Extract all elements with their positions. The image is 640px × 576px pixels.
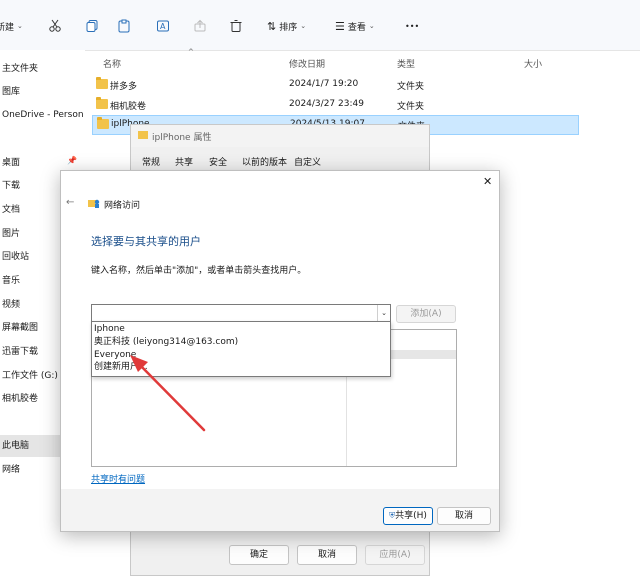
sidebar-item-xunlei[interactable]: 迅雷下载	[2, 344, 38, 360]
sidebar-item-drive-g[interactable]: 工作文件 (G:)	[2, 368, 58, 384]
paste-icon[interactable]	[117, 18, 131, 34]
sidebar-item-screenshots[interactable]: 屏幕截图	[2, 320, 38, 336]
add-button[interactable]: 添加(A)	[396, 305, 456, 323]
sidebar-item-gallery[interactable]: 图库	[2, 84, 20, 100]
view-label: 查看	[347, 22, 366, 33]
dialog-instruction: 键入名称，然后单击"添加"，或者单击箭头查找用户。	[91, 266, 307, 276]
new-label: 新建	[0, 22, 15, 33]
copy-icon[interactable]	[85, 18, 99, 34]
sidebar-item-desktop[interactable]: 桌面	[2, 155, 20, 171]
rename-icon[interactable]: A	[156, 18, 170, 34]
sidebar-item-network[interactable]: 网络	[2, 462, 20, 478]
chevron-down-icon: ⌄	[17, 22, 23, 30]
chevron-down-icon: ⌄	[368, 22, 375, 30]
close-icon[interactable]: ✕	[483, 175, 492, 188]
dropdown-option[interactable]: Iphone	[93, 323, 390, 335]
network-share-icon	[88, 199, 100, 208]
sidebar-item-this-pc[interactable]: 此电脑	[2, 438, 29, 454]
dialog-title: 网络访问	[104, 201, 141, 211]
tab-general[interactable]: 常规	[142, 155, 160, 168]
cut-icon[interactable]	[48, 18, 62, 34]
folder-icon	[96, 97, 108, 109]
file-type: 文件夹	[397, 82, 425, 92]
sidebar-item-documents[interactable]: 文档	[2, 202, 20, 218]
file-date: 2024/1/7 19:20	[289, 79, 359, 89]
sidebar-item-home[interactable]: 主文件夹	[2, 61, 38, 77]
chevron-down-icon: ⌄	[381, 309, 387, 317]
share-button[interactable]: ⛨共享(H)	[383, 507, 433, 525]
column-header-name[interactable]: 名称	[103, 57, 121, 70]
sidebar-item-pictures[interactable]: 图片	[2, 226, 20, 242]
file-name: 拼多多	[110, 82, 138, 92]
share-button-label: 共享(H)	[395, 511, 427, 521]
cancel-button[interactable]: 取消	[297, 545, 357, 565]
view-icon: ☰	[335, 19, 345, 33]
sort-label: 排序	[279, 22, 298, 33]
column-header-date[interactable]: 修改日期	[289, 57, 325, 70]
dropdown-arrow-button[interactable]: ⌄	[377, 305, 390, 321]
sidebar-item-downloads[interactable]: 下载	[2, 178, 20, 194]
apply-button[interactable]: 应用(A)	[365, 545, 425, 565]
column-header-type[interactable]: 类型	[397, 57, 415, 70]
dropdown-option[interactable]: 创建新用户...	[93, 361, 390, 373]
folder-icon	[97, 117, 109, 129]
user-dropdown-list: Iphone 奥正科技 (leiyong314@163.com) Everyon…	[91, 321, 391, 377]
file-date: 2024/3/27 23:49	[289, 99, 364, 109]
network-access-dialog: ✕ ← 网络访问 选择要与其共享的用户 键入名称，然后单击"添加"，或者单击箭头…	[60, 170, 500, 532]
command-bar: 新建 ⌄ A ⇅ 排序 ⌄ ☰ 查看 ⌄ •••	[0, 0, 640, 51]
sidebar-item-onedrive[interactable]: OneDrive - Person	[2, 107, 84, 123]
share-icon[interactable]	[193, 18, 207, 34]
column-header-size[interactable]: 大小	[524, 57, 542, 70]
pin-icon: 📌	[67, 156, 77, 165]
tab-security[interactable]: 安全	[209, 155, 227, 168]
view-button[interactable]: ☰ 查看 ⌄	[335, 18, 375, 34]
ok-button[interactable]: 确定	[229, 545, 289, 565]
folder-icon	[138, 131, 148, 139]
chevron-down-icon: ⌄	[300, 22, 307, 30]
tab-sharing[interactable]: 共享	[175, 155, 193, 168]
user-name-combobox[interactable]: ⌄	[91, 304, 391, 322]
sidebar-item-videos[interactable]: 视频	[2, 297, 20, 313]
sidebar-item-music[interactable]: 音乐	[2, 273, 20, 289]
properties-titlebar: iplPhone 属性	[131, 125, 429, 147]
more-options-button[interactable]: •••	[405, 18, 419, 34]
properties-title: iplPhone 属性	[152, 133, 212, 143]
sharing-help-link[interactable]: 共享时有问题	[91, 472, 145, 485]
new-button[interactable]: 新建 ⌄	[0, 18, 23, 34]
dialog-heading: 选择要与其共享的用户	[91, 235, 201, 248]
dialog-cancel-button[interactable]: 取消	[437, 507, 491, 525]
svg-text:A: A	[160, 22, 166, 31]
sort-indicator-icon: ^	[188, 48, 194, 56]
sidebar-item-recycle-bin[interactable]: 回收站	[2, 249, 29, 265]
dropdown-option[interactable]: 奥正科技 (leiyong314@163.com)	[93, 336, 390, 348]
tab-previous-versions[interactable]: 以前的版本	[242, 155, 287, 168]
tab-customize[interactable]: 自定义	[294, 155, 321, 168]
file-name: 相机胶卷	[110, 102, 147, 112]
file-row[interactable]: 相机胶卷 2024/3/27 23:49 文件夹	[92, 96, 577, 114]
file-type: 文件夹	[397, 102, 425, 112]
file-row[interactable]: 拼多多 2024/1/7 19:20 文件夹	[92, 76, 577, 94]
back-arrow-icon[interactable]: ←	[66, 197, 74, 208]
sort-button[interactable]: ⇅ 排序 ⌄	[267, 18, 306, 34]
sort-icon: ⇅	[267, 19, 277, 33]
sidebar-item-camera-roll[interactable]: 相机胶卷	[2, 391, 38, 407]
dropdown-option-everyone[interactable]: Everyone	[93, 349, 390, 361]
dialog-content: ✕ ← 网络访问 选择要与其共享的用户 键入名称，然后单击"添加"，或者单击箭头…	[61, 171, 499, 489]
delete-icon[interactable]	[229, 18, 243, 34]
folder-icon	[96, 77, 108, 89]
